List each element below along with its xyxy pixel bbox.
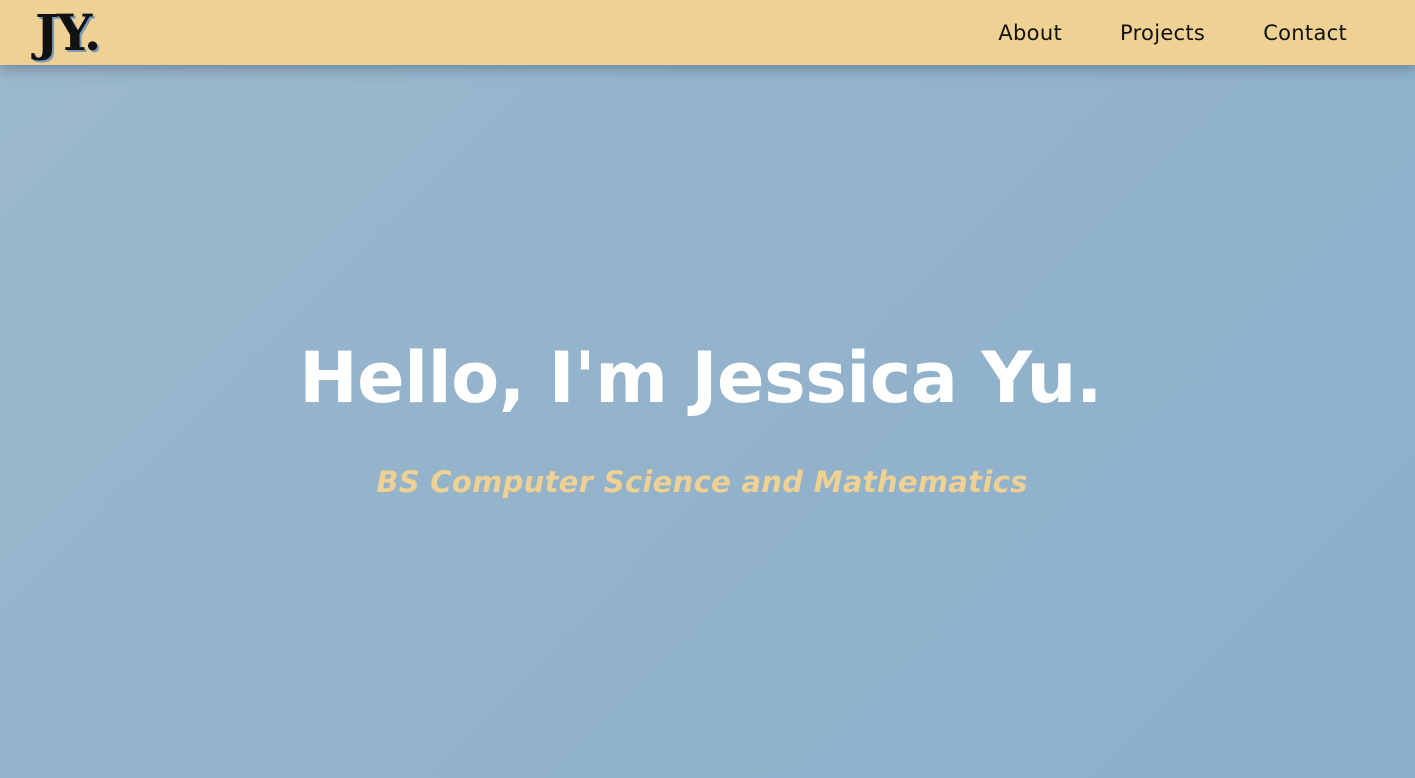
- logo-home-link[interactable]: JY.: [35, 3, 101, 63]
- hero-section: Hello, I'm Jessica Yu. BS Computer Scien…: [0, 65, 1415, 778]
- navbar: JY. About Projects Contact: [0, 0, 1415, 65]
- nav-link-about[interactable]: About: [998, 21, 1062, 45]
- nav-links: About Projects Contact: [940, 0, 1347, 65]
- nav-link-contact[interactable]: Contact: [1263, 21, 1347, 45]
- hero-subtitle: BS Computer Science and Mathematics: [376, 465, 1028, 499]
- hero-title: Hello, I'm Jessica Yu.: [299, 337, 1102, 419]
- nav-link-projects[interactable]: Projects: [1120, 21, 1205, 45]
